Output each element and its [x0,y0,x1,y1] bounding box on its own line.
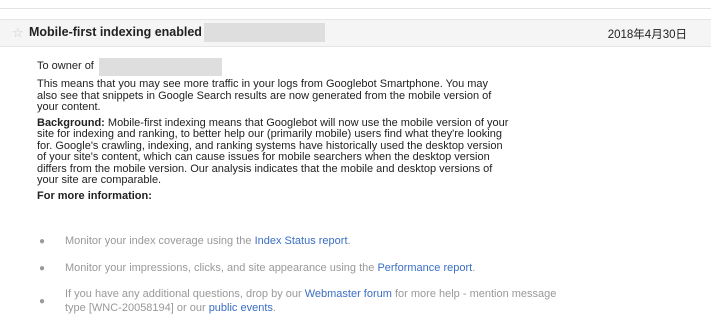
greeting-text: To owner of [37,60,94,73]
email-header[interactable]: ☆ Mobile-first indexing enabled for 2018… [0,19,711,47]
list-item-punct: . [472,262,476,274]
list-item: ● Monitor your impressions, clicks, and … [39,262,475,276]
background-label: Background: [37,116,105,129]
index-status-report-link[interactable]: Index Status report [255,235,348,247]
list-item: ● Monitor your index coverage using the … [39,235,351,249]
redacted-owner [98,58,222,76]
bullet-icon: ● [39,296,46,307]
background-paragraph: Background: Mobile-first indexing means … [37,116,509,187]
star-outline-icon[interactable]: ☆ [12,23,26,43]
public-events-link[interactable]: public events [209,302,273,314]
greeting-line: To owner of [37,58,509,76]
list-item-text: If you have any additional questions, dr… [65,288,305,300]
list-item-text: Monitor your impressions, clicks, and si… [65,262,378,274]
list-item-punct: . [347,235,351,247]
list-item-text: Monitor your index coverage using the [65,235,255,247]
more-info-heading: For more information: [37,189,152,202]
redacted-domain [204,23,325,42]
background-text: Mobile-first indexing means that Googleb… [37,116,509,186]
bullet-icon: ● [39,236,46,247]
email-body: To owner of This means that you may see … [37,58,509,202]
top-divider [0,0,711,9]
intro-paragraph: This means that you may see more traffic… [37,78,492,113]
webmaster-forum-link[interactable]: Webmaster forum [305,288,392,300]
email-subject: Mobile-first indexing enabled for [29,25,223,39]
performance-report-link[interactable]: Performance report [377,262,472,274]
list-item: ● If you have any additional questions, … [39,288,559,315]
bullet-icon: ● [39,263,46,274]
email-date: 2018年4月30日 [607,29,687,41]
list-item-punct: . [272,301,276,314]
